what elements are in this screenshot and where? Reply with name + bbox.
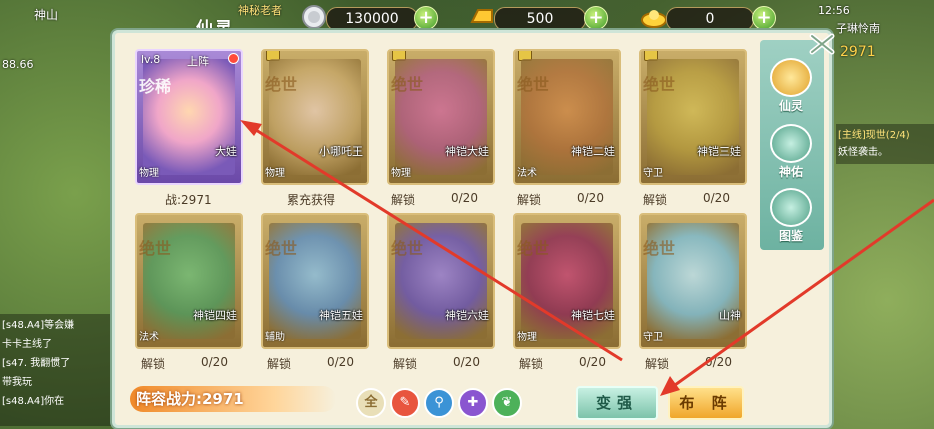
annotation-arrows [240,120,934,396]
